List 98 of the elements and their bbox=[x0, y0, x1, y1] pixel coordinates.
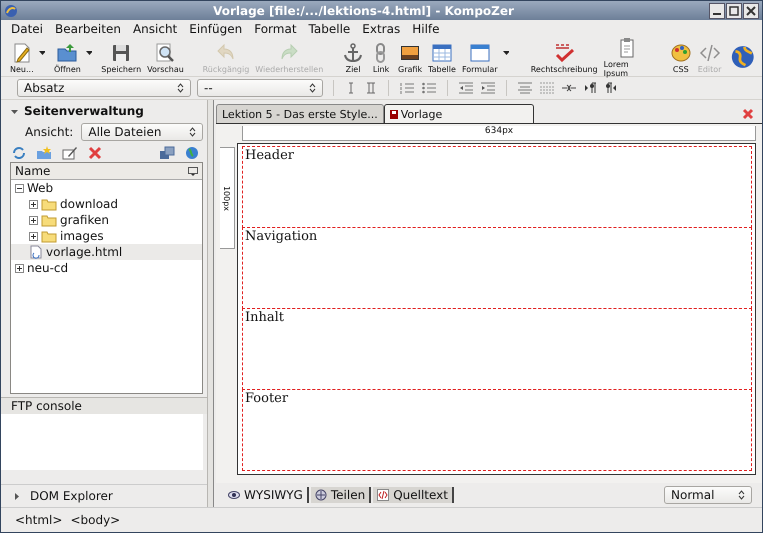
tree-item[interactable]: neu-cd bbox=[11, 260, 202, 276]
menu-item[interactable]: Extras bbox=[356, 22, 406, 36]
folder-icon bbox=[56, 42, 78, 64]
page-icon bbox=[390, 110, 398, 118]
dropdown-arrow-icon[interactable] bbox=[38, 51, 45, 55]
code-tag-icon bbox=[377, 489, 390, 501]
toolbar-button[interactable]: Neu... bbox=[7, 40, 37, 74]
toolbar-button[interactable]: Tabelle bbox=[425, 40, 459, 74]
view-tab[interactable]: Teilen bbox=[310, 487, 372, 503]
view-select[interactable]: Alle Dateien bbox=[81, 123, 203, 141]
height-ruler: 100px bbox=[220, 147, 235, 249]
toolbar-button[interactable]: CSS bbox=[666, 40, 695, 74]
panel-title: FTP console bbox=[1, 398, 207, 414]
expand-arrow-icon[interactable] bbox=[13, 492, 20, 500]
collapse-arrow-icon[interactable] bbox=[11, 108, 18, 114]
panel-title: DOM Explorer bbox=[30, 489, 113, 503]
windows-icon[interactable] bbox=[159, 146, 175, 160]
minus-box-icon[interactable] bbox=[15, 184, 24, 192]
globe-icon[interactable] bbox=[185, 146, 199, 160]
tree-item[interactable]: download bbox=[11, 196, 202, 212]
plus-box-icon[interactable] bbox=[29, 216, 38, 224]
refresh-icon[interactable] bbox=[12, 146, 26, 160]
anchor-icon bbox=[342, 42, 364, 64]
plus-box-icon[interactable] bbox=[15, 264, 24, 272]
eye-icon bbox=[228, 491, 240, 499]
menu-item[interactable]: Datei bbox=[5, 22, 50, 36]
folder-icon bbox=[41, 198, 57, 210]
updown-arrow-icon bbox=[189, 127, 196, 137]
tree-item[interactable]: vorlage.html bbox=[11, 244, 202, 260]
window-title: Vorlage [file:/.../lektions-4.html] - KompoZer bbox=[212, 4, 515, 18]
table-icon bbox=[431, 42, 454, 64]
delete-icon[interactable] bbox=[88, 146, 102, 160]
palette-icon bbox=[670, 42, 692, 64]
tree-item[interactable]: Web bbox=[11, 180, 202, 196]
close-button[interactable] bbox=[743, 2, 759, 18]
toolbar-button[interactable]: Formular bbox=[458, 40, 501, 74]
toolbar-button[interactable]: Speichern bbox=[98, 40, 144, 74]
block-heading: Footer bbox=[245, 391, 288, 406]
menu-item[interactable]: Format bbox=[248, 22, 303, 36]
view-tab[interactable]: WYSIWYG bbox=[224, 487, 309, 503]
bullet-list-icon[interactable] bbox=[421, 81, 437, 95]
toolbar-button[interactable]: Link bbox=[367, 40, 396, 74]
element-path-tag[interactable]: <html> bbox=[15, 513, 62, 527]
document-tab[interactable]: Lektion 5 - Das erste Style... bbox=[216, 104, 384, 123]
edit-icon[interactable] bbox=[62, 146, 78, 160]
minimize-icon bbox=[713, 13, 721, 15]
split-view-icon bbox=[314, 489, 327, 501]
menu-item[interactable]: Hilfe bbox=[406, 22, 446, 36]
close-tab-icon[interactable] bbox=[742, 108, 754, 120]
panel-title: Seitenverwaltung bbox=[24, 104, 144, 118]
width-ruler: 634px bbox=[242, 126, 756, 141]
block-heading: Header bbox=[245, 148, 294, 163]
rtl-paragraph-icon[interactable] bbox=[603, 81, 617, 95]
view-tab[interactable]: Quelltext bbox=[373, 487, 454, 503]
minimize-button[interactable] bbox=[709, 2, 725, 18]
menu-item[interactable]: Tabelle bbox=[302, 22, 356, 36]
magnifier-icon bbox=[154, 42, 176, 64]
font-select[interactable]: -- bbox=[197, 79, 323, 97]
html-file-icon bbox=[29, 245, 43, 259]
plus-box-icon[interactable] bbox=[29, 232, 38, 240]
numbered-list-icon[interactable] bbox=[399, 81, 415, 95]
toolbar-button[interactable]: Lorem Ipsum bbox=[600, 36, 654, 78]
element-path-tag[interactable]: <body> bbox=[70, 513, 120, 527]
menu-item[interactable]: Ansicht bbox=[126, 22, 184, 36]
block-heading: Inhalt bbox=[245, 310, 284, 325]
updown-arrow-icon bbox=[738, 490, 745, 500]
close-icon bbox=[746, 6, 756, 16]
form-window-icon bbox=[468, 42, 491, 64]
maximize-icon bbox=[729, 6, 739, 16]
toolbar-button[interactable]: Ziel bbox=[339, 40, 368, 74]
dropdown-arrow-icon[interactable] bbox=[86, 51, 92, 55]
tree-item[interactable]: grafiken bbox=[11, 212, 202, 228]
indent-icon[interactable] bbox=[480, 81, 496, 95]
paragraph-mode-select[interactable]: Normal bbox=[664, 486, 752, 504]
updown-arrow-icon bbox=[177, 83, 184, 93]
dropdown-arrow-icon[interactable] bbox=[502, 51, 509, 55]
align-lines-icon[interactable] bbox=[517, 81, 533, 95]
toolbar-button[interactable]: Rechtschreibung bbox=[528, 40, 601, 74]
tree-item[interactable]: images bbox=[11, 228, 202, 244]
ltr-paragraph-icon[interactable] bbox=[583, 81, 597, 95]
toolbar-button[interactable]: Vorschau bbox=[144, 40, 187, 74]
globe-icon[interactable] bbox=[730, 43, 756, 71]
menu-item[interactable]: Einfügen bbox=[183, 22, 248, 36]
updown-arrow-icon bbox=[309, 83, 316, 93]
maximize-button[interactable] bbox=[726, 2, 742, 18]
toolbar-button[interactable]: Öffnen bbox=[50, 40, 84, 74]
view-label: Ansicht: bbox=[25, 125, 74, 139]
double-cursor-icon[interactable] bbox=[364, 81, 378, 95]
plus-box-icon[interactable] bbox=[29, 200, 38, 208]
column-picker-icon[interactable] bbox=[188, 166, 198, 176]
app-logo-icon bbox=[4, 4, 18, 18]
menu-item[interactable]: Bearbeiten bbox=[49, 22, 127, 36]
block-heading: Navigation bbox=[245, 229, 318, 244]
folder-icon bbox=[41, 214, 57, 226]
paragraph-style-select[interactable]: Absatz bbox=[17, 79, 191, 97]
toolbar-button[interactable]: Grafik bbox=[395, 40, 426, 74]
outdent-icon[interactable] bbox=[458, 81, 474, 95]
document-tab[interactable]: Vorlage bbox=[384, 104, 534, 123]
